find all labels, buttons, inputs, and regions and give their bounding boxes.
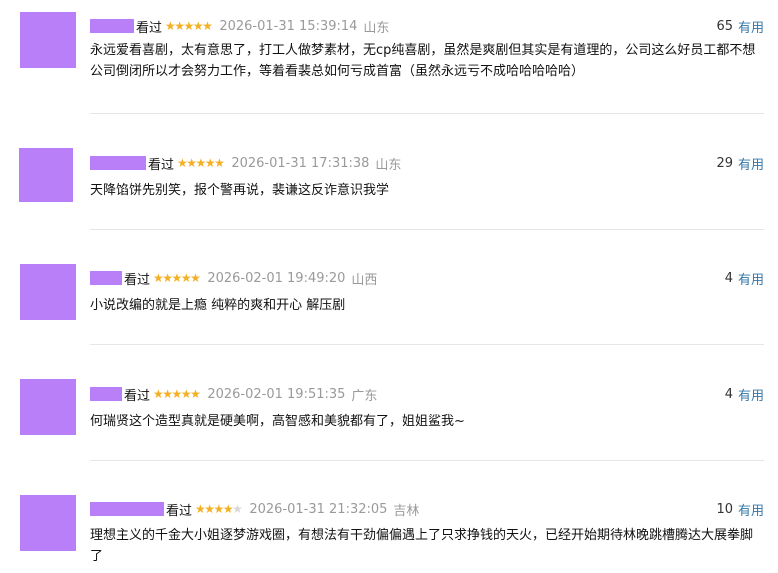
comment-meta: 看过 ★ ★ ★ ★ ★ 2026-01-31 21:32:05 吉林: [90, 499, 419, 519]
comment-time: 2026-02-01 19:49:20: [207, 270, 346, 286]
star-filled-icon: ★: [153, 387, 164, 401]
star-filled-icon: ★: [171, 271, 183, 285]
username[interactable]: [90, 156, 146, 170]
star-filled-icon: ★: [213, 502, 225, 516]
comment-meta: 看过 ★ ★ ★ ★ ★ 2026-02-01 19:49:20 山西: [90, 268, 377, 288]
star-filled-icon: ★: [171, 387, 183, 401]
star-filled-icon: ★: [162, 271, 173, 285]
star-filled-icon: ★: [192, 19, 204, 33]
comment-time: 2026-01-31 17:31:38: [231, 155, 370, 171]
star-filled-icon: ★: [165, 19, 176, 33]
star-filled-icon: ★: [190, 271, 201, 285]
comment-text: 理想主义的千金大小姐逐梦游戏圈，有想法有干劲偏偏遇上了只求挣钱的天火，已经开始期…: [90, 528, 754, 564]
vote-count: 65: [716, 18, 733, 34]
comment-location: 吉林: [393, 503, 420, 519]
comment-list-page: { "comments": [ { "watched_label": "看过",…: [0, 0, 778, 573]
divider: [90, 229, 764, 230]
star-filled-icon: ★: [204, 156, 216, 170]
star-filled-icon: ★: [204, 502, 215, 516]
divider: [90, 460, 764, 461]
star-filled-icon: ★: [180, 387, 192, 401]
comment-text: 小说改编的就是上瘾 纯粹的爽和开心 解压剧: [90, 298, 346, 313]
star-filled-icon: ★: [180, 271, 192, 285]
vote-area: 4 有用: [725, 268, 764, 288]
watched-label: 看过: [124, 388, 151, 404]
comment-text: 永远爱看喜剧，太有意思了，打工人做梦素材，无cp纯喜剧，虽然是爽剧但其实是有道理…: [90, 43, 756, 79]
avatar[interactable]: [20, 495, 76, 551]
comment-time: 2026-01-31 21:32:05: [249, 501, 388, 517]
vote-area: 4 有用: [725, 384, 764, 404]
rating-stars: ★ ★ ★ ★ ★: [195, 502, 243, 516]
star-filled-icon: ★: [177, 156, 188, 170]
vote-count: 4: [724, 386, 733, 402]
comment-meta: 看过 ★ ★ ★ ★ ★ 2026-01-31 15:39:14 山东: [90, 16, 389, 36]
vote-count: 10: [716, 501, 733, 517]
comment-time: 2026-01-31 15:39:14: [219, 18, 358, 34]
comment-location: 山东: [363, 20, 390, 36]
avatar[interactable]: [19, 148, 73, 202]
username[interactable]: [90, 387, 122, 401]
username[interactable]: [90, 502, 164, 516]
rating-stars: ★ ★ ★ ★ ★: [177, 156, 225, 170]
comment-meta: 看过 ★ ★ ★ ★ ★ 2026-01-31 17:31:38 山东: [90, 153, 401, 173]
star-filled-icon: ★: [195, 156, 207, 170]
star-filled-icon: ★: [174, 19, 185, 33]
rating-stars: ★ ★ ★ ★ ★: [153, 271, 201, 285]
watched-label: 看过: [166, 503, 193, 519]
comment-meta: 看过 ★ ★ ★ ★ ★ 2026-02-01 19:51:35 广东: [90, 384, 377, 404]
star-filled-icon: ★: [186, 156, 197, 170]
useful-button[interactable]: 有用: [738, 385, 764, 404]
divider: [90, 113, 764, 114]
comment-location: 山东: [375, 157, 402, 173]
star-empty-icon: ★: [232, 502, 243, 516]
avatar[interactable]: [20, 379, 76, 435]
star-filled-icon: ★: [183, 19, 195, 33]
comment-text: 天降馅饼先别笑，报个警再说，裴谦这反诈意识我学: [90, 183, 390, 198]
useful-button[interactable]: 有用: [738, 17, 764, 36]
divider: [90, 344, 764, 345]
watched-label: 看过: [148, 157, 175, 173]
rating-stars: ★ ★ ★ ★ ★: [153, 387, 201, 401]
vote-area: 10 有用: [716, 499, 764, 519]
vote-count: 4: [724, 270, 733, 286]
avatar[interactable]: [20, 12, 76, 68]
star-filled-icon: ★: [202, 19, 213, 33]
star-filled-icon: ★: [222, 502, 234, 516]
useful-button[interactable]: 有用: [738, 154, 764, 173]
useful-button[interactable]: 有用: [738, 269, 764, 288]
watched-label: 看过: [124, 272, 151, 288]
vote-count: 29: [716, 155, 733, 171]
star-filled-icon: ★: [162, 387, 173, 401]
watched-label: 看过: [136, 20, 163, 36]
rating-stars: ★ ★ ★ ★ ★: [165, 19, 213, 33]
comment-time: 2026-02-01 19:51:35: [207, 386, 346, 402]
star-filled-icon: ★: [190, 387, 201, 401]
username[interactable]: [90, 19, 134, 33]
vote-area: 29 有用: [716, 153, 764, 173]
comment-location: 广东: [351, 388, 378, 404]
star-filled-icon: ★: [195, 502, 206, 516]
vote-area: 65 有用: [716, 16, 764, 36]
star-filled-icon: ★: [153, 271, 164, 285]
comment-location: 山西: [351, 272, 378, 288]
username[interactable]: [90, 271, 122, 285]
avatar[interactable]: [20, 264, 76, 320]
useful-button[interactable]: 有用: [738, 500, 764, 519]
star-filled-icon: ★: [214, 156, 225, 170]
comment-text: 何瑞贤这个造型真就是硬美啊，高智感和美貌都有了，姐姐鲨我~: [90, 414, 465, 429]
